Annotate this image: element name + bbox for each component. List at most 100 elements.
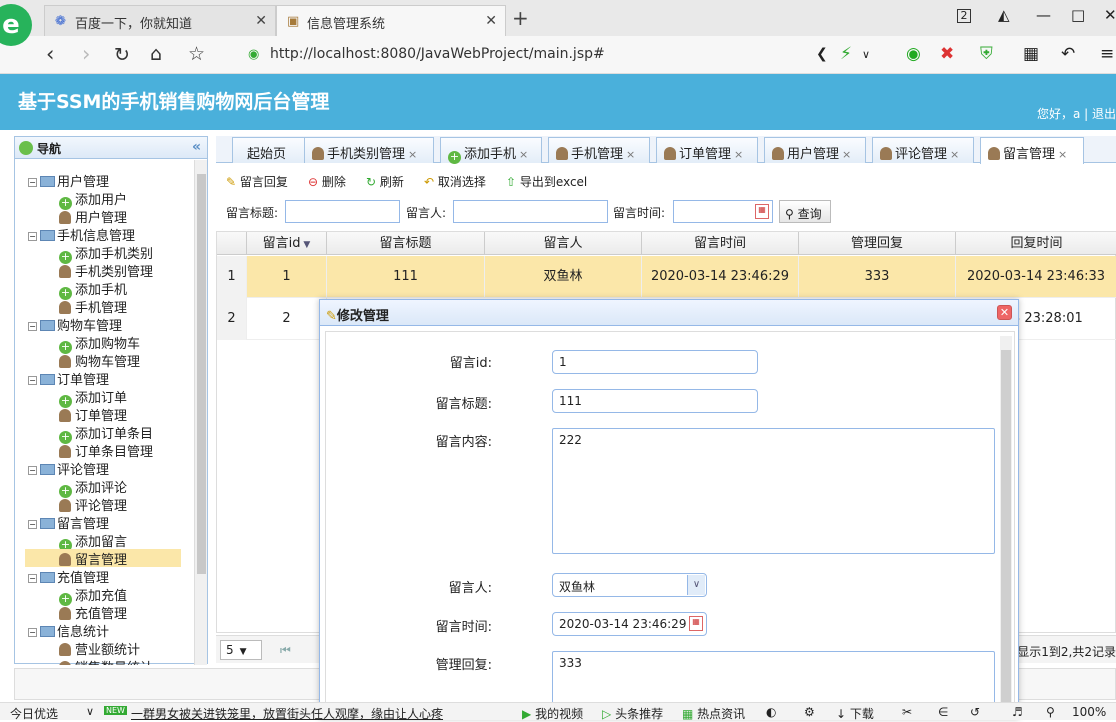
nav-group[interactable]: − 用户管理	[28, 171, 109, 190]
close-tab-icon[interactable]: ✕	[255, 13, 267, 29]
time-search-input[interactable]: ▦	[673, 200, 773, 223]
sidebar-item[interactable]: + 添加手机类别	[59, 243, 153, 264]
news-link[interactable]: 一群男女被关进铁笼里，放置街头任人观摩，缘由让人心疼	[131, 705, 443, 722]
home-icon[interactable]: ⌂	[150, 43, 162, 65]
collapse-toggle-icon[interactable]: −	[28, 628, 37, 637]
sidebar-item[interactable]: 销售数量统计	[59, 657, 153, 665]
delete-button[interactable]: ⊖ 删除	[308, 173, 346, 190]
tab-count-badge[interactable]: 2	[957, 9, 971, 23]
extension-icon[interactable]: ◉	[906, 44, 921, 64]
tab-order-manage[interactable]: 订单管理 ×	[656, 137, 758, 163]
nav-group[interactable]: − 留言管理	[28, 513, 109, 532]
author-search-input[interactable]	[453, 200, 608, 223]
author-select[interactable]: 双鱼林 ∨	[552, 573, 707, 597]
table-row[interactable]: 1 1 111 双鱼林 2020-03-14 23:46:29 333 2020…	[217, 256, 1116, 298]
calendar-icon[interactable]: ▦	[755, 204, 769, 219]
column-header[interactable]: 留言人	[485, 232, 642, 255]
shirt-icon[interactable]: ◭	[998, 6, 1010, 24]
flash-icon[interactable]: ⚡	[840, 44, 852, 64]
screenshot-icon[interactable]: ✂	[902, 705, 912, 719]
close-tab-icon[interactable]: ×	[842, 148, 851, 161]
sidebar-item[interactable]: 购物车管理	[59, 351, 140, 370]
collapse-toggle-icon[interactable]: −	[28, 574, 37, 583]
page-size-select[interactable]: 5 ▼	[220, 640, 262, 660]
column-header[interactable]: 留言id ▼	[247, 232, 327, 255]
zoom-search-icon[interactable]: ⚲	[1046, 705, 1055, 719]
sidebar-item[interactable]: 订单条目管理	[59, 441, 153, 460]
chevron-down-icon[interactable]: ∨	[86, 705, 94, 718]
cancel-select-button[interactable]: ↶ 取消选择	[424, 173, 486, 190]
close-tab-icon[interactable]: ×	[519, 148, 528, 161]
sidebar-item[interactable]: 订单管理	[59, 405, 127, 424]
apps-icon[interactable]: ▦	[1023, 44, 1039, 64]
browser-tab-baidu[interactable]: ❁ 百度一下，你就知道 ✕	[44, 5, 276, 36]
nav-group[interactable]: − 充值管理	[28, 567, 109, 586]
close-icon[interactable]: ✕	[997, 305, 1012, 320]
first-page-icon[interactable]: ⏮	[280, 643, 291, 658]
tab-user-manage[interactable]: 用户管理 ×	[764, 137, 866, 163]
tab-phone-manage[interactable]: 手机管理 ×	[548, 137, 650, 163]
close-window-icon[interactable]: ✕	[1104, 6, 1116, 24]
column-header[interactable]: 留言标题	[327, 232, 485, 255]
refresh-button[interactable]: ↻ 刷新	[366, 173, 404, 190]
undo-icon[interactable]: ↶	[1061, 44, 1075, 64]
close-tab-icon[interactable]: ×	[734, 148, 743, 161]
sidebar-item[interactable]: 营业额统计	[59, 639, 140, 658]
title-field[interactable]: 111	[552, 389, 758, 413]
browser-tab-system[interactable]: ▣ 信息管理系统 ✕	[276, 5, 506, 36]
my-video-link[interactable]: ▶ 我的视频	[522, 705, 583, 722]
forward-icon[interactable]: ›	[82, 42, 90, 66]
menu-icon[interactable]: ≡	[1100, 44, 1114, 64]
title-search-input[interactable]	[285, 200, 400, 223]
user-greeting[interactable]: 您好，a | 退出	[1037, 105, 1116, 122]
id-field[interactable]: 1	[552, 350, 758, 374]
export-excel-button[interactable]: ⇧ 导出到excel	[506, 173, 587, 190]
chevron-down-icon[interactable]: ∨	[687, 575, 705, 595]
sidebar-item[interactable]: 手机类别管理	[59, 261, 153, 280]
nav-scrollbar[interactable]	[194, 160, 207, 665]
tab-add-phone[interactable]: + 添加手机 ×	[440, 137, 542, 164]
maximize-icon[interactable]: □	[1071, 6, 1085, 24]
column-header[interactable]: 留言时间	[642, 232, 799, 255]
nav-group[interactable]: − 信息统计	[28, 621, 109, 640]
sidebar-item[interactable]: + 添加手机	[59, 279, 127, 300]
volume-icon[interactable]: ♬	[1012, 705, 1023, 719]
nav-group[interactable]: − 订单管理	[28, 369, 109, 388]
speed-icon[interactable]: ◐	[766, 705, 776, 719]
close-tab-icon[interactable]: ✕	[485, 13, 497, 29]
tab-comment-manage[interactable]: 评论管理 ×	[872, 137, 974, 163]
reply-button[interactable]: ✎ 留言回复	[226, 173, 288, 190]
close-tab-icon[interactable]: ×	[626, 148, 635, 161]
tab-start-page[interactable]: 起始页	[232, 137, 314, 163]
collapse-toggle-icon[interactable]: −	[28, 322, 37, 331]
today-picks-link[interactable]: 今日优选	[10, 705, 58, 722]
sidebar-item[interactable]: + 添加充值	[59, 585, 127, 606]
share-icon[interactable]: ❮	[816, 46, 828, 62]
sidebar-item[interactable]: + 添加评论	[59, 477, 127, 498]
headline-link[interactable]: ▷ 头条推荐	[602, 705, 663, 722]
sidebar-item[interactable]: + 添加订单	[59, 387, 127, 408]
collapse-toggle-icon[interactable]: −	[28, 178, 37, 187]
sidebar-item[interactable]: + 添加留言	[59, 531, 127, 552]
collapse-toggle-icon[interactable]: −	[28, 232, 37, 241]
time-field[interactable]: 2020-03-14 23:46:29 ▦	[552, 612, 707, 636]
sidebar-item[interactable]: + 添加订单条目	[59, 423, 153, 444]
close-tab-icon[interactable]: ×	[950, 148, 959, 161]
sidebar-item[interactable]: 评论管理	[59, 495, 127, 514]
new-tab-icon[interactable]: +	[512, 6, 529, 30]
content-field[interactable]: 222	[552, 428, 995, 554]
sidebar-item[interactable]: + 添加用户	[59, 189, 127, 210]
nav-group[interactable]: − 评论管理	[28, 459, 109, 478]
download-link[interactable]: ↓ 下载	[836, 705, 874, 722]
collapse-toggle-icon[interactable]: −	[28, 376, 37, 385]
tab-phone-category[interactable]: 手机类别管理 ×	[304, 137, 434, 163]
url-input[interactable]: http://localhost:8080/JavaWebProject/mai…	[270, 46, 605, 62]
nav-group[interactable]: − 购物车管理	[28, 315, 122, 334]
sidebar-item[interactable]: 手机管理	[59, 297, 127, 316]
close-tab-icon[interactable]: ×	[408, 148, 417, 161]
shield-icon[interactable]: ⛨	[980, 44, 993, 64]
tab-message-manage[interactable]: 留言管理 ×	[980, 137, 1084, 164]
history-icon[interactable]: ↺	[970, 705, 980, 719]
scissors-icon[interactable]: ✖	[940, 44, 954, 64]
nav-group[interactable]: − 手机信息管理	[28, 225, 135, 244]
